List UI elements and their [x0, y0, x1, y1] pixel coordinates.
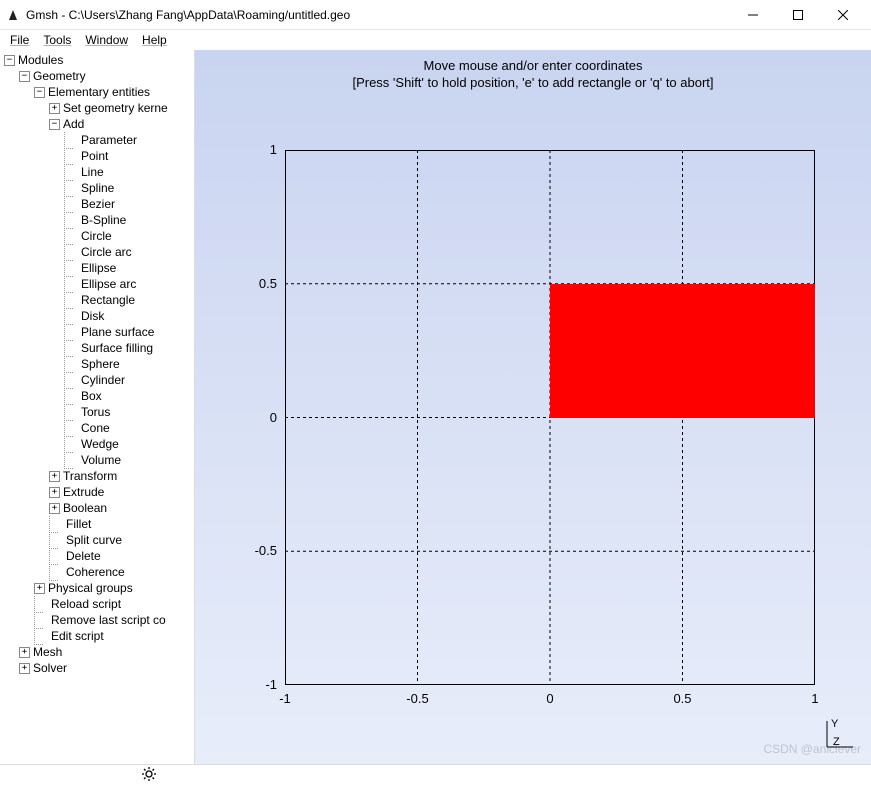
- expand-icon[interactable]: +: [49, 503, 60, 514]
- menu-file[interactable]: File: [4, 31, 35, 49]
- axis-y-label: Y: [831, 718, 839, 730]
- tree-add-wedge[interactable]: Wedge: [64, 436, 194, 452]
- tree-add-rectangle[interactable]: Rectangle: [64, 292, 194, 308]
- app-icon: [6, 8, 20, 22]
- status-bar: [0, 764, 871, 786]
- tree-split-curve[interactable]: Split curve: [49, 532, 194, 548]
- tree-geometry[interactable]: −Geometry: [19, 68, 194, 84]
- expand-icon[interactable]: +: [19, 663, 30, 674]
- hint-text: Move mouse and/or enter coordinates [Pre…: [195, 58, 871, 90]
- gear-icon[interactable]: [141, 766, 157, 785]
- tree-add-spline[interactable]: Spline: [64, 180, 194, 196]
- close-button[interactable]: [820, 0, 865, 30]
- tree-add[interactable]: −Add: [49, 116, 194, 132]
- plot-area[interactable]: -1-0.500.51-1-0.500.51: [285, 150, 815, 685]
- x-tick-label: -0.5: [406, 691, 430, 706]
- menu-window[interactable]: Window: [79, 31, 134, 49]
- maximize-button[interactable]: [775, 0, 820, 30]
- tree-add-box[interactable]: Box: [64, 388, 194, 404]
- tree-delete[interactable]: Delete: [49, 548, 194, 564]
- rectangle-shape: [550, 284, 815, 418]
- tree-boolean[interactable]: +Boolean: [49, 500, 194, 516]
- module-tree[interactable]: −Modules −Geometry −Elementary entities …: [0, 50, 194, 676]
- tree-add-sphere[interactable]: Sphere: [64, 356, 194, 372]
- title-bar: Gmsh - C:\Users\Zhang Fang\AppData\Roami…: [0, 0, 871, 30]
- x-tick-label: 1: [803, 691, 827, 706]
- tree-fillet[interactable]: Fillet: [49, 516, 194, 532]
- tree-reload-script[interactable]: Reload script: [34, 596, 194, 612]
- viewport[interactable]: Move mouse and/or enter coordinates [Pre…: [195, 50, 871, 764]
- collapse-icon[interactable]: −: [49, 119, 60, 130]
- tree-add-parameter[interactable]: Parameter: [64, 132, 194, 148]
- tree-add-cylinder[interactable]: Cylinder: [64, 372, 194, 388]
- expand-icon[interactable]: +: [49, 471, 60, 482]
- watermark: CSDN @aniclever: [763, 742, 861, 756]
- sidebar: −Modules −Geometry −Elementary entities …: [0, 50, 195, 764]
- tree-add-torus[interactable]: Torus: [64, 404, 194, 420]
- y-tick-label: 0: [247, 410, 277, 425]
- tree-modules[interactable]: −Modules: [4, 52, 194, 68]
- hint-line2: [Press 'Shift' to hold position, 'e' to …: [195, 75, 871, 90]
- plot-grid: [285, 150, 815, 685]
- tree-set-kernel[interactable]: +Set geometry kerne: [49, 100, 194, 116]
- tree-solver[interactable]: +Solver: [19, 660, 194, 676]
- x-tick-label: -1: [273, 691, 297, 706]
- collapse-icon[interactable]: −: [34, 87, 45, 98]
- tree-add-disk[interactable]: Disk: [64, 308, 194, 324]
- tree-remove-last[interactable]: Remove last script co: [34, 612, 194, 628]
- tree-add-surface-filling[interactable]: Surface filling: [64, 340, 194, 356]
- collapse-icon[interactable]: −: [19, 71, 30, 82]
- tree-extrude[interactable]: +Extrude: [49, 484, 194, 500]
- tree-mesh[interactable]: +Mesh: [19, 644, 194, 660]
- tree-add-ellipse-arc[interactable]: Ellipse arc: [64, 276, 194, 292]
- tree-physical-groups[interactable]: +Physical groups: [34, 580, 194, 596]
- tree-add-point[interactable]: Point: [64, 148, 194, 164]
- y-tick-label: -0.5: [247, 543, 277, 558]
- minimize-button[interactable]: [730, 0, 775, 30]
- hint-line1: Move mouse and/or enter coordinates: [195, 58, 871, 73]
- tree-add-circle-arc[interactable]: Circle arc: [64, 244, 194, 260]
- tree-coherence[interactable]: Coherence: [49, 564, 194, 580]
- collapse-icon[interactable]: −: [4, 55, 15, 66]
- tree-edit-script[interactable]: Edit script: [34, 628, 194, 644]
- tree-add-b-spline[interactable]: B-Spline: [64, 212, 194, 228]
- expand-icon[interactable]: +: [34, 583, 45, 594]
- x-tick-label: 0.5: [671, 691, 695, 706]
- y-tick-label: 0.5: [247, 276, 277, 291]
- y-tick-label: 1: [247, 142, 277, 157]
- tree-add-line[interactable]: Line: [64, 164, 194, 180]
- expand-icon[interactable]: +: [49, 487, 60, 498]
- window-title: Gmsh - C:\Users\Zhang Fang\AppData\Roami…: [26, 8, 730, 22]
- x-tick-label: 0: [538, 691, 562, 706]
- menu-help[interactable]: Help: [136, 31, 173, 49]
- menu-bar: File Tools Window Help: [0, 30, 871, 50]
- tree-add-volume[interactable]: Volume: [64, 452, 194, 468]
- tree-elementary[interactable]: −Elementary entities: [34, 84, 194, 100]
- expand-icon[interactable]: +: [19, 647, 30, 658]
- tree-add-circle[interactable]: Circle: [64, 228, 194, 244]
- tree-add-ellipse[interactable]: Ellipse: [64, 260, 194, 276]
- expand-icon[interactable]: +: [49, 103, 60, 114]
- tree-add-cone[interactable]: Cone: [64, 420, 194, 436]
- y-tick-label: -1: [247, 677, 277, 692]
- tree-transform[interactable]: +Transform: [49, 468, 194, 484]
- tree-add-plane-surface[interactable]: Plane surface: [64, 324, 194, 340]
- tree-add-bezier[interactable]: Bezier: [64, 196, 194, 212]
- menu-tools[interactable]: Tools: [37, 31, 77, 49]
